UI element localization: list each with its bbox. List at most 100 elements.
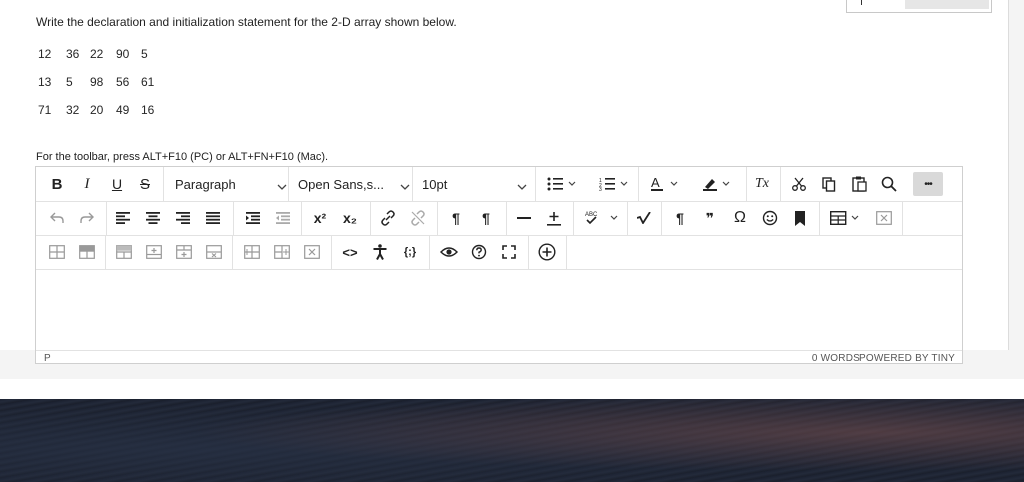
bold-button[interactable]: B: [46, 172, 68, 196]
text-color-button[interactable]: A: [646, 172, 686, 196]
insert-row-before-button[interactable]: [113, 240, 135, 264]
insert-link-button[interactable]: [377, 206, 399, 230]
word-count[interactable]: 0 WORDS: [812, 353, 860, 364]
help-button[interactable]: [467, 240, 491, 264]
toolbar-separator: [437, 201, 438, 235]
quote-icon: ❞: [705, 209, 715, 226]
subscript-icon: x₂: [342, 210, 357, 226]
toolbar-separator: [429, 235, 430, 269]
align-right-button[interactable]: [172, 206, 194, 230]
format-block-select[interactable]: Paragraph: [166, 172, 295, 196]
matrix-cell: 90: [116, 47, 130, 61]
horizontal-line-button[interactable]: [513, 206, 535, 230]
undo-button[interactable]: [46, 206, 68, 230]
superscript-button[interactable]: x²: [308, 206, 332, 230]
text-color-icon: A: [651, 176, 678, 191]
ltr-button[interactable]: ¶: [445, 206, 467, 230]
table-cell-props-button[interactable]: [76, 240, 98, 264]
question-prompt: Write the declaration and initialization…: [36, 15, 457, 29]
top-right-tick: [861, 0, 862, 5]
top-right-button[interactable]: [905, 0, 989, 9]
strikethrough-button[interactable]: S: [134, 172, 156, 196]
align-justify-button[interactable]: [202, 206, 224, 230]
strikethrough-icon: S: [139, 175, 150, 193]
italic-icon: I: [84, 175, 90, 192]
insert-column-before-button[interactable]: [241, 240, 263, 264]
insert-column-after-button[interactable]: [271, 240, 293, 264]
rtl-button[interactable]: ¶: [475, 206, 497, 230]
clear-format-button[interactable]: Tx: [751, 172, 773, 196]
highlight-color-button[interactable]: [698, 172, 738, 196]
omega-icon: Ω: [734, 209, 746, 226]
toolbar-separator: [902, 201, 903, 235]
code-sample-button[interactable]: {;}: [398, 240, 422, 264]
toolbar-separator: [232, 235, 233, 269]
toolbar-row-3: <> {;}: [36, 235, 962, 270]
find-replace-button[interactable]: [878, 172, 900, 196]
italic-button[interactable]: I: [76, 172, 98, 196]
indent-button[interactable]: [242, 206, 264, 230]
font-size-select[interactable]: 10pt: [414, 172, 535, 196]
bullet-list-button[interactable]: [542, 172, 582, 196]
powered-by-link[interactable]: POWERED BY TINY: [859, 353, 955, 364]
underline-button[interactable]: U: [106, 172, 128, 196]
math-button[interactable]: [633, 206, 655, 230]
toolbar-separator: [780, 167, 781, 201]
outdent-icon: [276, 212, 290, 224]
align-left-button[interactable]: [112, 206, 134, 230]
accessibility-checker-button[interactable]: [368, 240, 392, 264]
matrix-cell: 98: [90, 75, 104, 89]
numbered-list-button[interactable]: 123: [594, 172, 634, 196]
preview-button[interactable]: [437, 240, 461, 264]
delete-table-button[interactable]: [873, 206, 895, 230]
accessibility-icon: [373, 244, 387, 260]
editor-content-area[interactable]: [36, 270, 962, 350]
source-code-button[interactable]: <>: [338, 240, 362, 264]
outdent-button[interactable]: [272, 206, 294, 230]
plus-underline-icon: [547, 211, 561, 226]
blockquote-button[interactable]: ❞: [699, 206, 721, 230]
emoticons-button[interactable]: [759, 206, 781, 230]
align-center-button[interactable]: [142, 206, 164, 230]
element-path[interactable]: P: [44, 353, 51, 364]
horizontal-line-icon: [517, 217, 531, 219]
rich-text-editor: B I U S Paragraph Open Sans,s... 10pt 12…: [35, 166, 963, 364]
insert-row-below-button[interactable]: [173, 240, 195, 264]
insert-row-after-button[interactable]: [143, 240, 165, 264]
bookmark-button[interactable]: [789, 206, 811, 230]
unlink-button[interactable]: [407, 206, 429, 230]
toolbar-separator: [412, 167, 413, 201]
delete-column-button[interactable]: [301, 240, 323, 264]
spellcheck-icon: ABC: [585, 212, 618, 225]
paste-button[interactable]: [848, 172, 870, 196]
align-justify-icon: [206, 212, 220, 224]
matrix-cell: 36: [66, 47, 80, 61]
toolbar-separator: [301, 201, 302, 235]
redo-button[interactable]: [76, 206, 98, 230]
delete-row-button[interactable]: [203, 240, 225, 264]
subscript-button[interactable]: x₂: [338, 206, 362, 230]
copy-icon: [822, 176, 836, 192]
indent-icon: [246, 212, 260, 224]
plus-circle-icon: [538, 243, 556, 261]
insert-button[interactable]: [535, 240, 559, 264]
toolbar-row-1: B I U S Paragraph Open Sans,s... 10pt 12…: [36, 167, 962, 202]
special-character-button[interactable]: Ω: [729, 206, 751, 230]
top-right-control[interactable]: [846, 0, 992, 13]
toolbar-separator: [331, 235, 332, 269]
font-family-select[interactable]: Open Sans,s...: [290, 172, 418, 196]
insert-below-button[interactable]: [543, 206, 565, 230]
toolbar-separator: [566, 235, 567, 269]
font-family-value: Open Sans,s...: [298, 176, 384, 192]
toolbar-separator: [106, 201, 107, 235]
copy-button[interactable]: [818, 172, 840, 196]
undo-icon: [50, 212, 64, 223]
more-tools-button[interactable]: •••: [913, 172, 943, 196]
superscript-icon: x²: [313, 210, 327, 226]
table-button[interactable]: [826, 206, 866, 230]
cut-button[interactable]: [788, 172, 810, 196]
show-blocks-button[interactable]: ¶: [669, 206, 691, 230]
table-row-props-button[interactable]: [46, 240, 68, 264]
fullscreen-button[interactable]: [497, 240, 521, 264]
spellcheck-button[interactable]: ABC: [580, 206, 624, 230]
